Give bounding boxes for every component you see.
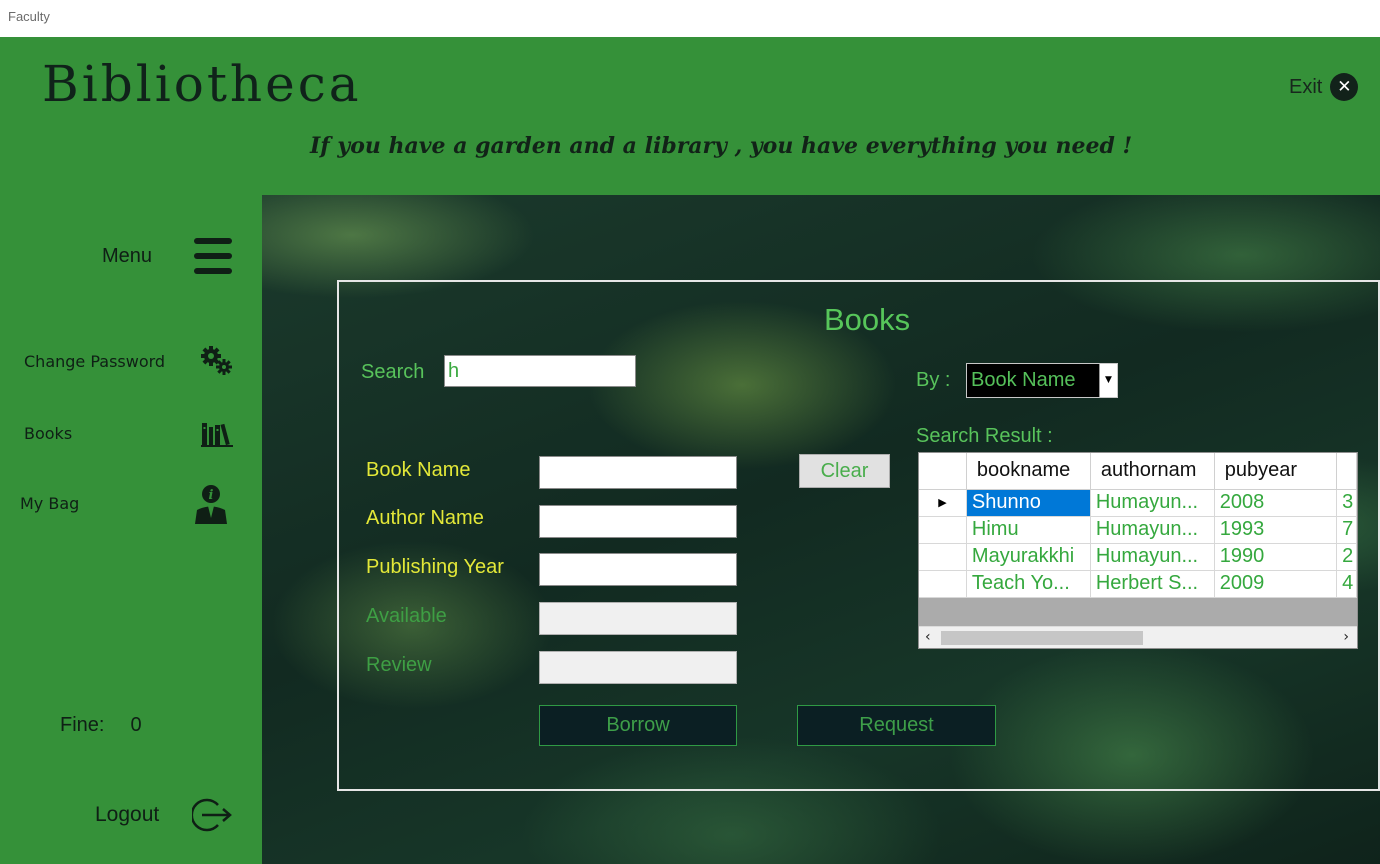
publishing-year-field[interactable]: [539, 553, 737, 586]
author-name-label: Author Name: [366, 507, 484, 529]
table-cell[interactable]: Teach Yo...: [966, 570, 1091, 598]
logout-icon[interactable]: [190, 797, 232, 833]
app-header: Bibliotheca If you have a garden and a l…: [0, 37, 1380, 195]
column-header-extra[interactable]: [1336, 453, 1357, 490]
row-header-corner: [919, 453, 967, 490]
book-name-label: Book Name: [366, 459, 471, 481]
menu-label: Menu: [102, 245, 153, 267]
grid-header-row: bookname authornam pubyear: [919, 453, 1357, 490]
table-row[interactable]: ▶ Shunno Humayun... 2008 3: [919, 489, 1357, 517]
page-title: Books: [824, 302, 911, 337]
available-label: Available: [366, 605, 447, 627]
hamburger-menu-icon[interactable]: [194, 238, 232, 274]
review-label: Review: [366, 654, 432, 676]
available-field: [539, 602, 737, 635]
table-cell[interactable]: Humayun...: [1090, 543, 1215, 571]
user-info-icon[interactable]: i: [193, 484, 229, 528]
table-row[interactable]: Himu Humayun... 1993 7: [919, 516, 1357, 544]
table-cell[interactable]: Humayun...: [1090, 516, 1215, 544]
table-row[interactable]: Mayurakkhi Humayun... 1990 2: [919, 543, 1357, 571]
table-cell[interactable]: 3: [1336, 489, 1357, 517]
search-result-label: Search Result :: [916, 425, 1053, 447]
clear-button[interactable]: Clear: [799, 454, 890, 488]
table-cell[interactable]: Herbert S...: [1090, 570, 1215, 598]
table-cell[interactable]: Humayun...: [1090, 489, 1215, 517]
row-selector-arrow-icon[interactable]: ▶: [919, 489, 967, 517]
sidebar-item-books[interactable]: Books: [24, 424, 72, 443]
search-results-grid[interactable]: bookname authornam pubyear ▶ Shunno Huma…: [918, 452, 1358, 649]
column-header-authorname[interactable]: authornam: [1090, 453, 1215, 490]
sidebar-item-my-bag[interactable]: My Bag: [20, 494, 79, 513]
column-header-pubyear[interactable]: pubyear: [1214, 453, 1338, 490]
window-titlebar: Faculty: [0, 0, 1380, 37]
table-cell[interactable]: Mayurakkhi: [966, 543, 1091, 571]
gears-icon[interactable]: [200, 345, 232, 381]
sidebar: Menu Change Password Books My Bag i Fine…: [0, 195, 262, 864]
brand-logo: Bibliotheca: [42, 55, 362, 113]
book-name-field[interactable]: [539, 456, 737, 489]
request-button[interactable]: Request: [797, 705, 996, 746]
table-cell[interactable]: 2008: [1214, 489, 1338, 517]
search-label: Search: [361, 361, 425, 383]
books-icon[interactable]: [201, 421, 233, 451]
column-header-bookname[interactable]: bookname: [966, 453, 1091, 490]
table-cell[interactable]: 2009: [1214, 570, 1338, 598]
table-cell[interactable]: 2: [1336, 543, 1357, 571]
chevron-down-icon[interactable]: ▼: [1099, 364, 1117, 397]
review-field: [539, 651, 737, 684]
scrollbar-thumb[interactable]: [941, 631, 1143, 645]
scroll-left-icon[interactable]: ‹: [925, 629, 931, 645]
table-cell[interactable]: Shunno: [966, 489, 1091, 517]
search-by-value: Book Name: [971, 369, 1076, 391]
author-name-field[interactable]: [539, 505, 737, 538]
fine-display: Fine: 0: [60, 714, 142, 737]
fine-value: 0: [130, 714, 142, 736]
close-circle-icon[interactable]: ✕: [1330, 73, 1359, 101]
scroll-right-icon[interactable]: ›: [1343, 629, 1349, 645]
tagline: If you have a garden and a library , you…: [310, 133, 1133, 159]
row-selector[interactable]: [919, 543, 967, 571]
fine-label: Fine:: [60, 714, 105, 736]
publishing-year-label: Publishing Year: [366, 556, 504, 578]
table-cell[interactable]: 1993: [1214, 516, 1338, 544]
search-by-select[interactable]: Book Name ▼: [966, 363, 1118, 398]
exit-label: Exit: [1289, 75, 1323, 98]
row-selector[interactable]: [919, 570, 967, 598]
by-label: By :: [916, 369, 951, 391]
table-row[interactable]: Teach Yo... Herbert S... 2009 4: [919, 570, 1357, 598]
borrow-button[interactable]: Borrow: [539, 705, 737, 746]
table-cell[interactable]: Himu: [966, 516, 1091, 544]
window-title: Faculty: [8, 9, 50, 24]
horizontal-scrollbar[interactable]: ‹ ›: [919, 626, 1357, 648]
table-cell[interactable]: 4: [1336, 570, 1357, 598]
table-cell[interactable]: 1990: [1214, 543, 1338, 571]
row-selector[interactable]: [919, 516, 967, 544]
search-input[interactable]: [444, 355, 636, 387]
svg-text:i: i: [209, 488, 214, 503]
logout-button[interactable]: Logout: [95, 803, 159, 827]
table-cell[interactable]: 7: [1336, 516, 1357, 544]
exit-button[interactable]: Exit ✕: [1289, 73, 1359, 101]
sidebar-item-change-password[interactable]: Change Password: [24, 352, 165, 371]
